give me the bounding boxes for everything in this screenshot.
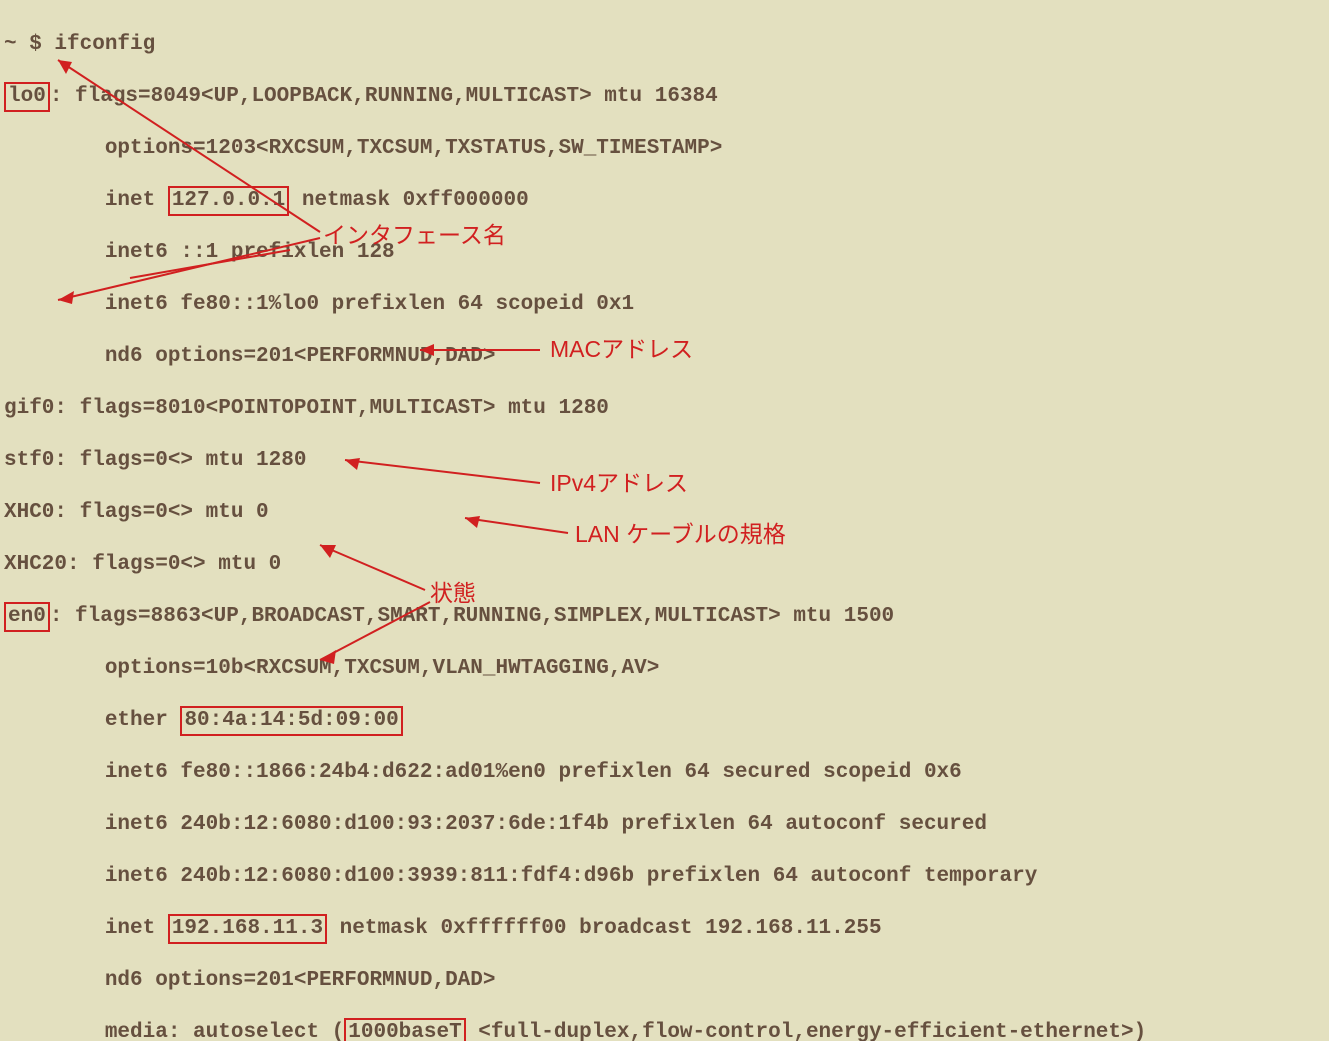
lo0-inet6-2: inet6 fe80::1%lo0 prefixlen 64 scopeid 0…	[4, 292, 1325, 318]
lo0-inet-line: inet 127.0.0.1 netmask 0xff000000	[4, 188, 1325, 214]
xhc20-line: XHC20: flags=0<> mtu 0	[4, 552, 1325, 578]
lo0-flags: : flags=8049<UP,LOOPBACK,RUNNING,MULTICA…	[50, 85, 718, 108]
annotation-ipv4-address: IPv4アドレス	[550, 470, 688, 496]
en0-name-boxed: en0	[4, 602, 50, 632]
en0-media-line: media: autoselect (1000baseT <full-duple…	[4, 1020, 1325, 1041]
lo0-name-boxed: lo0	[4, 82, 50, 112]
en0-mac-boxed: 80:4a:14:5d:09:00	[180, 706, 402, 736]
gif0-line: gif0: flags=8010<POINTOPOINT,MULTICAST> …	[4, 396, 1325, 422]
en0-flags: : flags=8863<UP,BROADCAST,SMART,RUNNING,…	[50, 605, 894, 628]
annotation-interface-name: インタフェース名	[323, 222, 506, 248]
annotation-status: 状態	[430, 580, 476, 606]
en0-nd6: nd6 options=201<PERFORMNUD,DAD>	[4, 968, 1325, 994]
annotation-lan-cable: LAN ケーブルの規格	[575, 521, 786, 547]
command-line: ~ $ ifconfig	[4, 32, 1325, 58]
en0-options: options=10b<RXCSUM,TXCSUM,VLAN_HWTAGGING…	[4, 656, 1325, 682]
lo0-line: lo0: flags=8049<UP,LOOPBACK,RUNNING,MULT…	[4, 84, 1325, 110]
en0-inet6-1: inet6 fe80::1866:24b4:d622:ad01%en0 pref…	[4, 760, 1325, 786]
lo0-inet6-1: inet6 ::1 prefixlen 128	[4, 240, 1325, 266]
terminal-output: ~ $ ifconfig lo0: flags=8049<UP,LOOPBACK…	[0, 0, 1329, 1041]
en0-line: en0: flags=8863<UP,BROADCAST,SMART,RUNNI…	[4, 604, 1325, 630]
annotation-mac-address: MACアドレス	[550, 336, 693, 362]
en0-inet6-2: inet6 240b:12:6080:d100:93:2037:6de:1f4b…	[4, 812, 1325, 838]
en0-ether-line: ether 80:4a:14:5d:09:00	[4, 708, 1325, 734]
en0-inet-line: inet 192.168.11.3 netmask 0xffffff00 bro…	[4, 916, 1325, 942]
lo0-inet-boxed: 127.0.0.1	[168, 186, 289, 216]
en0-inet6-3: inet6 240b:12:6080:d100:3939:811:fdf4:d9…	[4, 864, 1325, 890]
en0-media-boxed: 1000baseT	[344, 1018, 465, 1041]
lo0-options: options=1203<RXCSUM,TXCSUM,TXSTATUS,SW_T…	[4, 136, 1325, 162]
en0-ipv4-boxed: 192.168.11.3	[168, 914, 327, 944]
